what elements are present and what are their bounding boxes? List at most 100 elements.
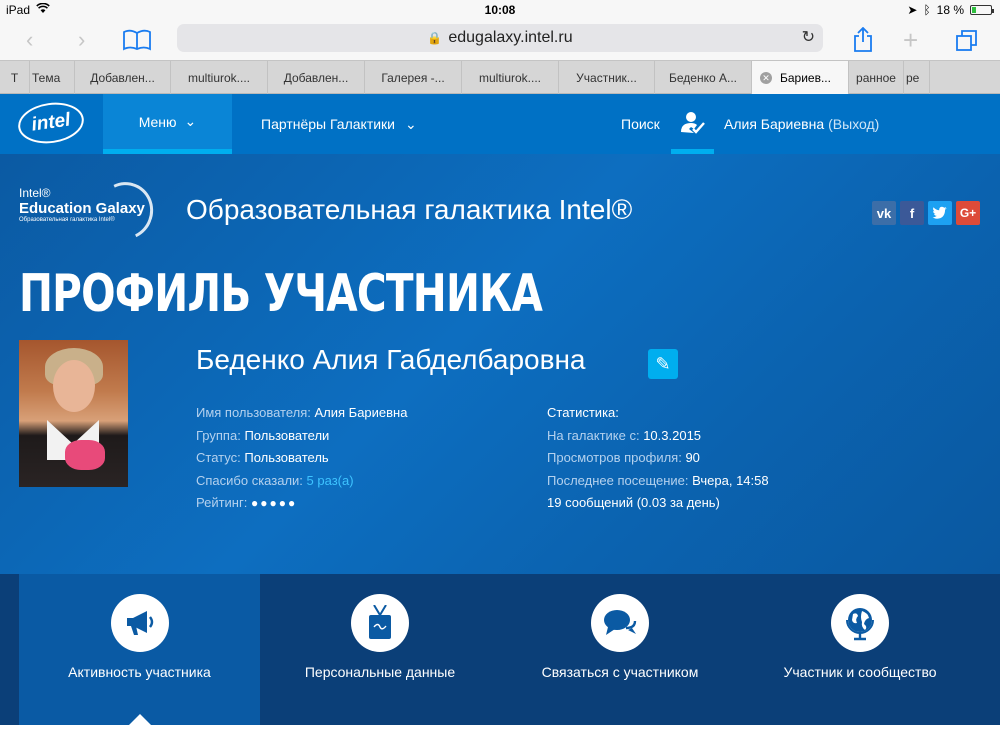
share-icon[interactable] <box>852 26 874 54</box>
browser-tab-label: Участник... <box>576 70 637 85</box>
back-icon[interactable]: ‹ <box>26 26 33 54</box>
browser-tab[interactable]: Тема <box>30 61 75 94</box>
chevron-down-icon: ⌄ <box>184 113 197 129</box>
user-session: Алия Бариевна (Выход) <box>724 94 879 154</box>
browser-toolbar: ‹ › 🔒 edugalaxy.intel.ru ↻ + <box>0 20 1000 60</box>
social-share: vk f G+ <box>872 201 980 225</box>
since-row: На галактике с: 10.3.2015 <box>547 425 769 448</box>
rating-label: Рейтинг: <box>196 495 248 510</box>
views-value: 90 <box>685 450 700 465</box>
site-nav: intel Меню ⌄ Партнёры Галактики ⌄ Поиск … <box>0 94 1000 154</box>
browser-tab[interactable]: Добавлен... <box>268 61 365 94</box>
since-label: На галактике с: <box>547 427 640 443</box>
browser-tab[interactable]: Участник... <box>559 61 655 94</box>
browser-tab[interactable]: multiurok.... <box>462 61 559 94</box>
bluetooth-icon: ᛒ <box>923 3 931 17</box>
tab-activity[interactable]: Активность участника <box>19 574 260 725</box>
tab-activity-label: Активность участника <box>68 664 211 680</box>
edit-profile-icon[interactable]: ✎ <box>648 349 678 379</box>
partners-menu[interactable]: Партнёры Галактики ⌄ <box>261 94 417 154</box>
tabs-overview-icon[interactable] <box>955 26 979 54</box>
browser-tab[interactable]: ранное <box>849 61 904 94</box>
browser-tab-label: Тема <box>32 70 61 85</box>
battery-percent: 18 % <box>936 3 964 17</box>
vk-icon[interactable]: vk <box>872 201 896 225</box>
google-plus-icon[interactable]: G+ <box>956 201 980 225</box>
rating-dots: ●●●●● <box>250 496 298 510</box>
address-bar[interactable]: 🔒 edugalaxy.intel.ru ↻ <box>177 24 823 52</box>
intel-logo[interactable]: intel <box>15 98 87 148</box>
messages-row: 19 сообщений (0.03 за день) <box>547 492 769 515</box>
thanks-link[interactable]: 5 раз(а) <box>307 473 354 488</box>
tab-personal-data[interactable]: Персональные данные <box>260 574 500 725</box>
browser-tab[interactable]: multiurok.... <box>171 61 268 94</box>
reload-icon[interactable]: ↻ <box>802 27 815 47</box>
active-tab-pointer <box>128 714 151 725</box>
browser-tab[interactable]: Т <box>0 61 30 94</box>
search-link[interactable]: Поиск <box>621 94 660 154</box>
username-label: Имя пользователя: <box>196 405 311 420</box>
page-bottom <box>0 725 1000 750</box>
tab-community[interactable]: Участник и сообщество <box>740 574 980 725</box>
google-plus-label: G+ <box>959 206 977 220</box>
profile-info: Имя пользователя: Алия Бариевна Группа: … <box>196 402 407 515</box>
chevron-down-icon: ⌄ <box>405 115 417 132</box>
last-visit-label: Последнее посещение: <box>547 472 689 488</box>
id-badge-icon <box>351 594 409 652</box>
browser-tab[interactable]: Галерея -... <box>365 61 462 94</box>
browser-tab-label: Добавлен... <box>283 70 349 85</box>
menu-button[interactable]: Меню ⌄ <box>103 94 232 154</box>
menu-label: Меню <box>138 113 177 130</box>
close-tab-icon[interactable]: ✕ <box>760 71 772 84</box>
tab-contact-label: Связаться с участником <box>541 664 699 680</box>
browser-tab-strip: Т Тема Добавлен... multiurok.... Добавле… <box>0 60 1000 94</box>
browser-tab[interactable]: ре <box>904 61 930 94</box>
new-tab-icon[interactable]: + <box>903 25 918 55</box>
education-galaxy-logo[interactable]: Intel® Education Galaxy Образовательная … <box>19 174 162 248</box>
messages-count[interactable]: 19 сообщений (0.03 за день) <box>547 495 720 510</box>
battery-icon <box>970 5 994 15</box>
twitter-icon[interactable] <box>928 201 952 225</box>
megaphone-icon <box>110 594 169 652</box>
rating-row: Рейтинг: ●●●●● <box>196 492 407 515</box>
thanks-label: Спасибо сказали: <box>196 472 303 488</box>
browser-tab[interactable]: Добавлен... <box>75 61 171 94</box>
browser-tab-active[interactable]: ✕ Бариев... <box>752 61 849 94</box>
forward-icon[interactable]: › <box>78 26 85 54</box>
group-row: Группа: Пользователи <box>196 425 407 448</box>
browser-tab-label: multiurok.... <box>187 70 250 85</box>
tab-personal-data-label: Персональные данные <box>304 664 456 680</box>
site-title: Образовательная галактика Intel® <box>186 194 633 225</box>
user-name-link[interactable]: Алия Бариевна <box>724 116 824 132</box>
stats-title: Статистика: <box>547 405 619 420</box>
last-visit-value: Вчера, 14:58 <box>692 472 769 488</box>
browser-tab-label: Бариев... <box>780 70 831 85</box>
profile-banner: Intel® Education Galaxy Образовательная … <box>0 154 1000 574</box>
partners-label: Партнёры Галактики <box>261 116 395 132</box>
logout-link[interactable]: (Выход) <box>828 116 879 132</box>
bookmarks-icon[interactable] <box>122 26 152 54</box>
facebook-icon[interactable]: f <box>900 201 924 225</box>
facebook-label: f <box>909 205 915 221</box>
tab-contact[interactable]: Связаться с участником <box>500 574 740 725</box>
views-row: Просмотров профиля: 90 <box>547 447 769 470</box>
user-check-icon[interactable] <box>671 94 714 154</box>
group-label: Группа: <box>196 427 241 443</box>
status-row: Статус: Пользователь <box>196 447 407 470</box>
profile-stats: Статистика: На галактике с: 10.3.2015 Пр… <box>547 402 769 515</box>
status-value: Пользователь <box>244 450 329 465</box>
intel-logo-text: intel <box>30 109 72 136</box>
browser-tab[interactable]: Беденко А... <box>655 61 752 94</box>
status-label: Статус: <box>196 450 241 465</box>
clock: 10:08 <box>484 3 516 17</box>
globe-icon <box>831 594 889 652</box>
location-arrow-icon: ➤ <box>907 3 918 17</box>
browser-tab-label: multiurok.... <box>478 70 541 85</box>
chat-bubbles-icon <box>591 594 649 652</box>
tab-community-label: Участник и сообщество <box>783 664 937 680</box>
browser-tab-label: Добавлен... <box>90 70 155 85</box>
group-value: Пользователи <box>244 427 330 443</box>
stats-title-row: Статистика: <box>547 402 769 425</box>
url-text: edugalaxy.intel.ru <box>448 29 573 46</box>
page-heading: ПРОФИЛЬ УЧАСТНИКА <box>19 264 543 324</box>
